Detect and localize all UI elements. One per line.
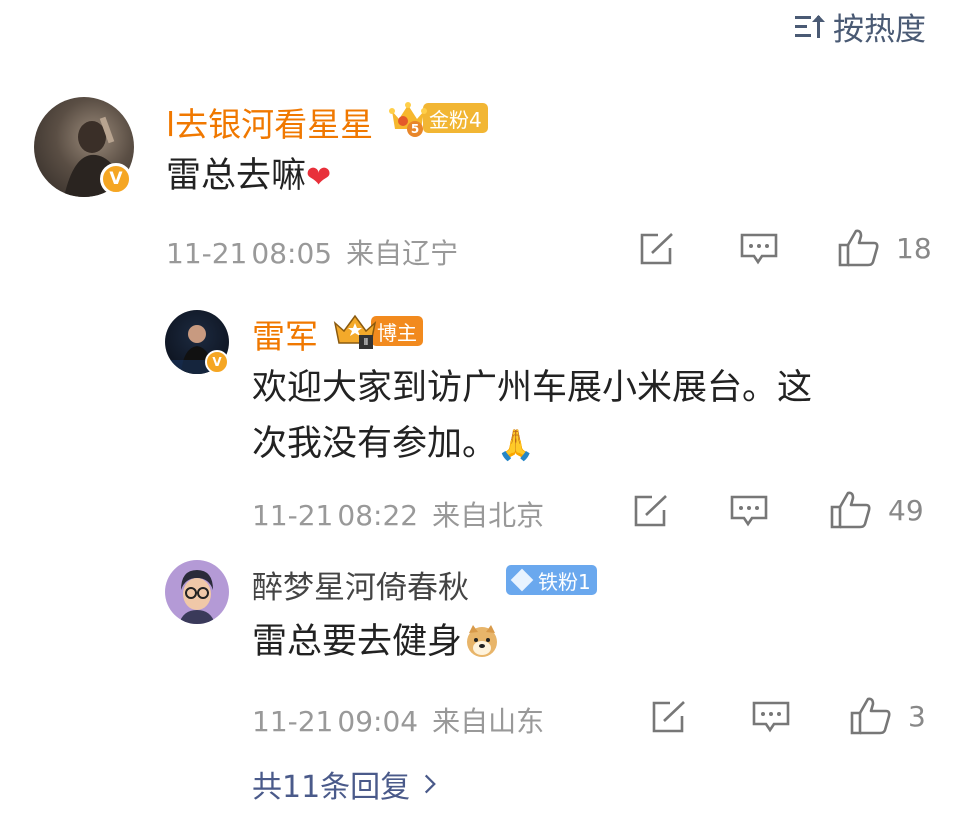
reply-text-line: 欢迎大家到访广州车展小米展台。这 — [252, 368, 813, 408]
reply-text: 欢迎大家到访广州车展小米展台。这 次我没有参加。🙏 — [252, 360, 932, 474]
comment-date: 11-21 — [166, 237, 248, 270]
avatar[interactable] — [165, 560, 229, 624]
like-count: 18 — [896, 232, 932, 265]
crown-icon: Ⅱ — [333, 313, 377, 349]
reply-date: 11-21 — [252, 705, 334, 738]
verified-badge-icon: V — [100, 163, 132, 195]
fan-badge-label: 金粉4 — [423, 103, 488, 133]
avatar[interactable]: V — [34, 97, 134, 197]
more-replies-label: 共11条回复 — [252, 770, 411, 805]
comment-text: 雷总去嘛❤ — [166, 148, 331, 206]
comment-location: 来自辽宁 — [346, 237, 459, 270]
share-icon — [652, 701, 685, 733]
like-button[interactable] — [838, 228, 880, 268]
reply-date: 11-21 — [252, 499, 334, 532]
like-count: 49 — [888, 494, 924, 527]
thumbs-up-icon — [830, 491, 871, 529]
like-button[interactable] — [830, 490, 872, 530]
pray-emoji: 🙏 — [497, 428, 535, 463]
blogger-badge: Ⅱ 博主 — [333, 313, 423, 349]
reply-text-line: 次我没有参加。 — [252, 424, 498, 464]
reply-button[interactable] — [730, 494, 768, 528]
heart-emoji: ❤ — [306, 160, 332, 195]
thumbs-up-icon — [850, 697, 891, 735]
reply-meta: 11-21 08:22 来自北京 — [252, 494, 558, 534]
sort-icon — [795, 14, 825, 38]
reply-text: 雷总要去健身 — [252, 614, 500, 670]
reply-meta: 11-21 09:04 来自山东 — [252, 700, 558, 740]
comment-icon — [752, 701, 790, 733]
comment-body: 雷总去嘛 — [166, 156, 307, 196]
share-icon — [634, 495, 667, 527]
diamond-icon — [510, 568, 534, 592]
reply-time: 09:04 — [337, 705, 419, 738]
fan-badge: 铁粉1 — [506, 565, 597, 595]
comment-icon — [730, 495, 768, 527]
avatar[interactable]: V — [165, 310, 229, 374]
blogger-level: Ⅱ — [359, 335, 373, 349]
share-button[interactable] — [650, 700, 688, 734]
crown-icon: 5 — [389, 101, 427, 137]
comment-time: 08:05 — [251, 237, 333, 270]
thumbs-up-icon — [838, 229, 879, 267]
sort-by-hot-button[interactable]: 按热度 — [793, 4, 926, 49]
share-icon — [640, 233, 673, 265]
like-button[interactable] — [850, 696, 892, 736]
reply-body: 雷总要去健身 — [252, 622, 463, 662]
fan-badge: 5 金粉4 — [389, 101, 488, 137]
chevron-right-icon — [425, 774, 437, 794]
doge-emoji — [464, 620, 500, 657]
blogger-badge-label: 博主 — [371, 316, 423, 346]
reply-time: 08:22 — [337, 499, 419, 532]
sort-label: 按热度 — [833, 12, 926, 48]
reply-location: 来自北京 — [432, 499, 545, 532]
share-button[interactable] — [638, 232, 676, 266]
share-button[interactable] — [632, 494, 670, 528]
comment-icon — [740, 233, 778, 265]
reply-username[interactable]: 醉梦星河倚春秋 — [252, 562, 469, 607]
reply-button[interactable] — [740, 232, 778, 266]
reply-username[interactable]: 雷军 — [252, 310, 318, 358]
reply-button[interactable] — [752, 700, 790, 734]
reply-location: 来自山东 — [432, 705, 545, 738]
fan-level: 5 — [407, 121, 423, 137]
verified-badge-icon: V — [205, 350, 229, 374]
iron-fan-badge: 铁粉1 — [506, 565, 597, 595]
more-replies-link[interactable]: 共11条回复 — [252, 762, 437, 806]
like-count: 3 — [908, 700, 926, 733]
comment-username[interactable]: l去银河看星星 — [166, 98, 373, 146]
fan-badge-label: 铁粉1 — [538, 569, 591, 594]
comment-meta: 11-21 08:05 来自辽宁 — [166, 232, 472, 272]
